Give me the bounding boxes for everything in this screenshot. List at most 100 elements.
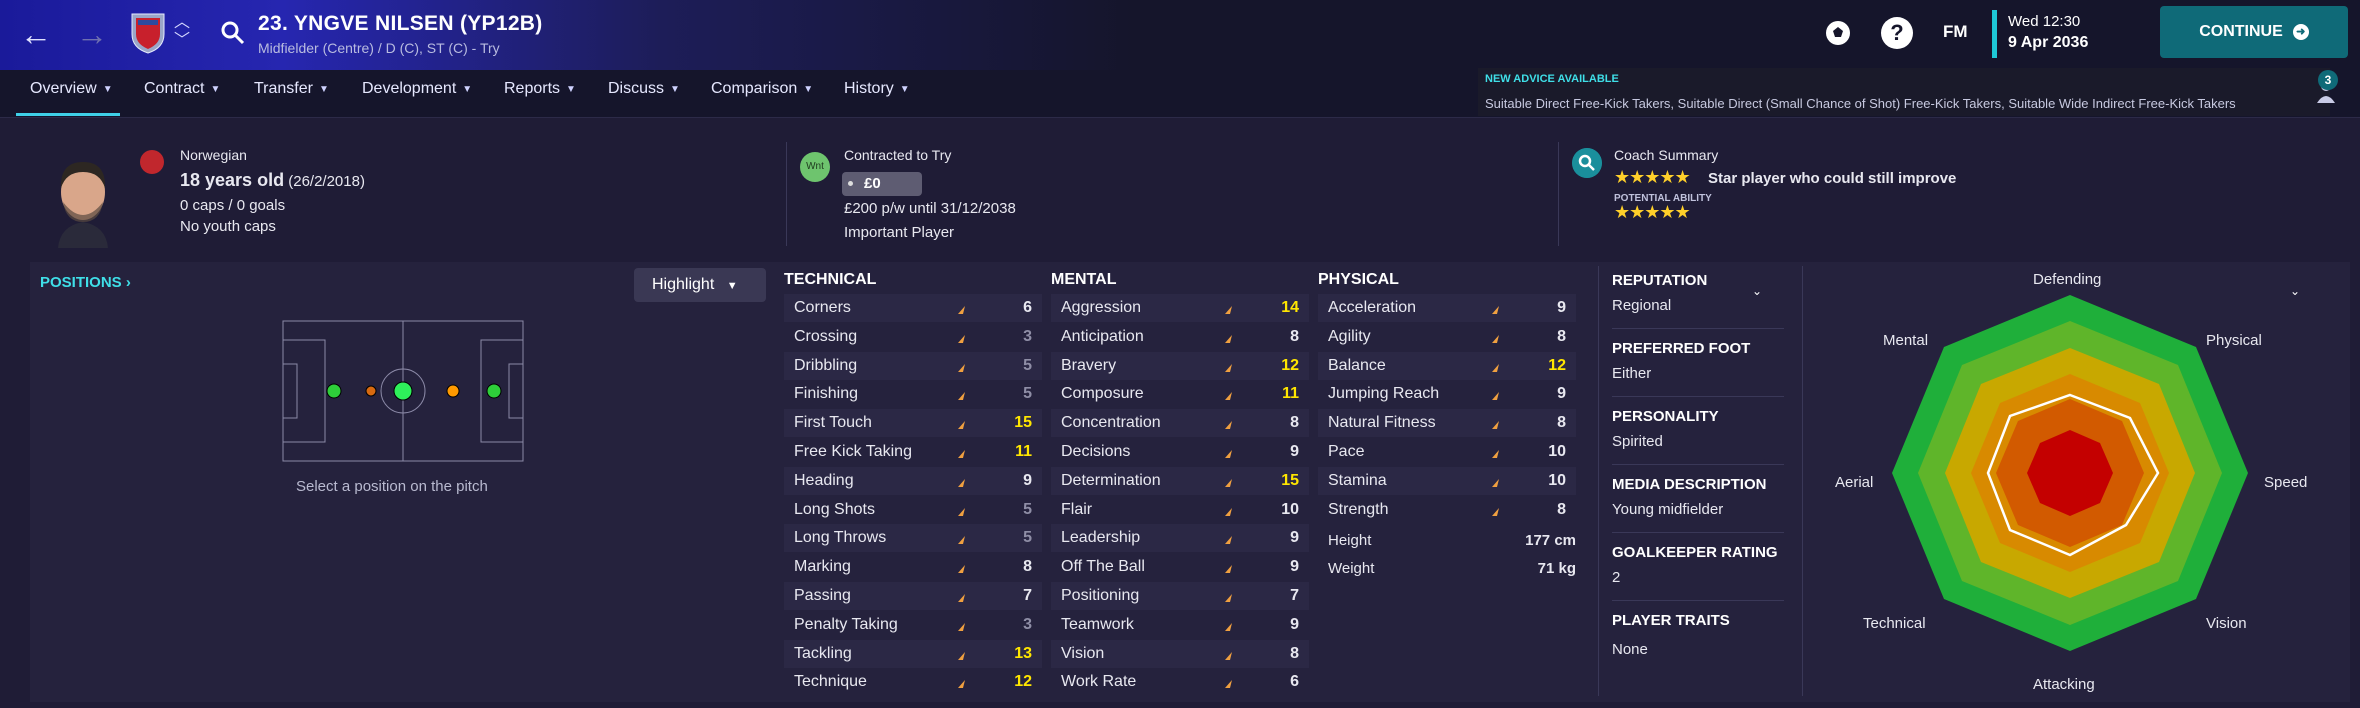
attribute-row-balance[interactable]: Balance 12 <box>1318 351 1576 380</box>
coach-search-icon[interactable] <box>1572 148 1602 178</box>
player-traits-label: PLAYER TRAITS <box>1612 612 1730 629</box>
attribute-row-dribbling[interactable]: Dribbling 5 <box>784 351 1042 380</box>
attribute-name: Pace <box>1328 443 1365 460</box>
attribute-row-finishing[interactable]: Finishing 5 <box>784 380 1042 408</box>
attribute-row-heading[interactable]: Heading 9 <box>784 466 1042 495</box>
advice-count-badge: 3 <box>2318 70 2338 90</box>
attribute-name: Decisions <box>1061 443 1131 460</box>
highlight-label: Highlight <box>652 276 715 293</box>
attribute-name: Penalty Taking <box>794 615 898 633</box>
attribute-row-decisions[interactable]: Decisions 9 <box>1051 438 1309 466</box>
chevron-down-icon[interactable]: ⌄ <box>2290 284 2300 298</box>
divider <box>1558 142 1559 246</box>
football-icon[interactable] <box>1822 17 1854 49</box>
attribute-row-long-throws[interactable]: Long Throws 5 <box>784 524 1042 553</box>
attribute-name: Tackling <box>794 644 852 662</box>
attribute-row-passing[interactable]: Passing 7 <box>784 582 1042 610</box>
attribute-row-bravery[interactable]: Bravery 12 <box>1051 351 1309 380</box>
tab-history[interactable]: History ▼ <box>844 80 910 98</box>
player-value-box[interactable]: £0 <box>842 172 922 196</box>
attribute-row-off-the-ball[interactable]: Off The Ball 9 <box>1051 553 1309 581</box>
attribute-row-penalty-taking[interactable]: Penalty Taking 3 <box>784 611 1042 639</box>
coach-summary-title: Coach Summary <box>1614 147 1719 163</box>
attribute-row-determination[interactable]: Determination 15 <box>1051 466 1309 495</box>
pitch-map[interactable] <box>282 320 524 462</box>
attribute-name: Aggression <box>1061 299 1142 316</box>
attribute-row-positioning[interactable]: Positioning 7 <box>1051 582 1309 610</box>
attribute-row-agility[interactable]: Agility 8 <box>1318 323 1576 351</box>
player-avatar <box>58 162 108 248</box>
attribute-name: Balance <box>1328 356 1386 374</box>
attribute-row-pace[interactable]: Pace 10 <box>1318 438 1576 466</box>
back-icon[interactable]: ← <box>16 14 56 54</box>
attribute-row-corners[interactable]: Corners 6 <box>784 294 1042 322</box>
attribute-name: Acceleration <box>1328 299 1417 316</box>
forward-icon[interactable]: → <box>72 14 112 54</box>
tab-reports[interactable]: Reports ▼ <box>504 80 576 98</box>
continue-button[interactable]: CONTINUE ➜ <box>2160 6 2348 58</box>
radar-label-vision: Vision <box>2206 615 2247 632</box>
date-of-birth: (26/2/2018) <box>288 173 365 190</box>
mental-header: MENTAL <box>1051 271 1117 288</box>
attribute-row-technique[interactable]: Technique 12 <box>784 668 1042 696</box>
trend-arrow-icon <box>1223 360 1233 372</box>
tab-comparison[interactable]: Comparison ▼ <box>711 80 813 98</box>
tab-contract[interactable]: Contract ▼ <box>144 80 220 98</box>
attribute-row-composure[interactable]: Composure 11 <box>1051 380 1309 408</box>
attribute-value: 10 <box>1548 471 1566 489</box>
attribute-row-crossing[interactable]: Crossing 3 <box>784 323 1042 351</box>
highlight-dropdown[interactable]: Highlight ▼ <box>634 268 766 302</box>
attribute-row-flair[interactable]: Flair 10 <box>1051 496 1309 524</box>
attribute-row-strength[interactable]: Strength 8 <box>1318 496 1576 524</box>
player-switch-icon[interactable]: ︿ ﹀ <box>172 14 192 54</box>
positions-link[interactable]: POSITIONS › <box>40 274 131 291</box>
attribute-row-acceleration[interactable]: Acceleration 9 <box>1318 294 1576 322</box>
radar-label-technical: Technical <box>1863 615 1926 632</box>
help-icon[interactable]: ? <box>1881 17 1913 49</box>
attribute-row-tackling[interactable]: Tackling 13 <box>784 639 1042 668</box>
club-crest-icon[interactable] <box>130 12 166 54</box>
attribute-row-first-touch[interactable]: First Touch 15 <box>784 409 1042 438</box>
squad-status: Important Player <box>844 224 955 241</box>
attribute-value: 3 <box>1023 615 1032 633</box>
attribute-value: 11 <box>1282 385 1299 403</box>
contract-wage: £200 p/w until 31/12/2038 <box>844 200 1016 217</box>
attribute-row-marking[interactable]: Marking 8 <box>784 553 1042 581</box>
attribute-row-free-kick-taking[interactable]: Free Kick Taking 11 <box>784 438 1042 466</box>
attribute-row-concentration[interactable]: Concentration 8 <box>1051 409 1309 438</box>
trend-arrow-icon <box>1223 590 1233 602</box>
attribute-row-anticipation[interactable]: Anticipation 8 <box>1051 323 1309 351</box>
pitch-caption: Select a position on the pitch <box>296 478 488 495</box>
attribute-row-stamina[interactable]: Stamina 10 <box>1318 466 1576 495</box>
attribute-row-aggression[interactable]: Aggression 14 <box>1051 294 1309 322</box>
trend-arrow-icon <box>956 417 966 430</box>
reputation-value: Regional <box>1612 297 1672 314</box>
advice-text[interactable]: Suitable Direct Free-Kick Takers, Suitab… <box>1485 96 2236 111</box>
attribute-row-long-shots[interactable]: Long Shots 5 <box>784 496 1042 524</box>
attribute-row-vision[interactable]: Vision 8 <box>1051 639 1309 668</box>
chevron-down-icon[interactable]: ⌄ <box>1752 284 1762 298</box>
divider <box>1612 328 1784 329</box>
attribute-name: Natural Fitness <box>1328 414 1436 432</box>
search-icon[interactable] <box>218 18 248 48</box>
fm-menu-button[interactable]: FM <box>1943 22 1968 42</box>
trend-arrow-icon <box>956 331 966 343</box>
attribute-value: 3 <box>1023 327 1032 345</box>
tab-discuss[interactable]: Discuss ▼ <box>608 80 680 98</box>
tab-overview[interactable]: Overview ▼ <box>30 80 113 98</box>
attribute-row-jumping-reach[interactable]: Jumping Reach 9 <box>1318 380 1576 408</box>
attribute-row-work-rate[interactable]: Work Rate 6 <box>1051 668 1309 696</box>
attribute-row-natural-fitness[interactable]: Natural Fitness 8 <box>1318 409 1576 438</box>
tab-transfer[interactable]: Transfer ▼ <box>254 80 329 98</box>
continue-label: CONTINUE <box>2199 23 2283 40</box>
player-position-subtitle: Midfielder (Centre) / D (C), ST (C) - Tr… <box>258 40 500 56</box>
attribute-row-leadership[interactable]: Leadership 9 <box>1051 524 1309 553</box>
attribute-row-teamwork[interactable]: Teamwork 9 <box>1051 611 1309 639</box>
height-value: 177 cm <box>1525 532 1576 549</box>
radar-label-defending: Defending <box>2033 271 2102 288</box>
radar-label-mental: Mental <box>1883 332 1929 349</box>
attribute-name: Work Rate <box>1061 673 1137 691</box>
tab-development[interactable]: Development ▼ <box>362 80 472 98</box>
attribute-value: 9 <box>1557 299 1566 316</box>
trend-arrow-icon <box>1490 417 1500 430</box>
